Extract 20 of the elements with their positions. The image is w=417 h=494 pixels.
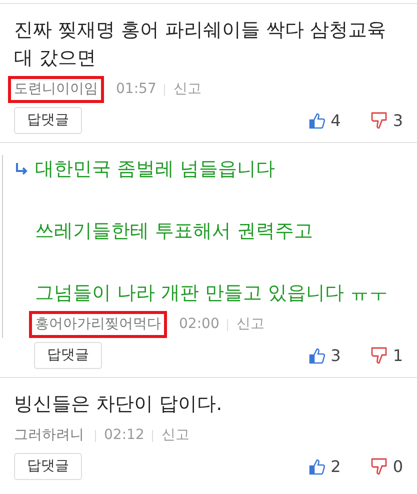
comment-text: 진짜 찢재명 홍어 파리쉐이들 싹다 삼청교육대 갔으면 <box>14 18 388 71</box>
comment-time: 02:12 <box>104 426 144 445</box>
reply-text: 그넘들이 나라 개판 만들고 있읍니다 ㅠㅜ <box>35 281 388 306</box>
reply-button[interactable]: 답댓글 <box>34 342 102 369</box>
author-name[interactable]: 그러하려니 <box>11 422 87 449</box>
comment-text: 빙신들은 차단이 답이다. <box>14 392 222 417</box>
reply-text: 쓰레기들한테 투표해서 권력주고 <box>35 219 314 244</box>
reply-button[interactable]: 답댓글 <box>14 453 82 480</box>
like-button[interactable]: 2 <box>308 454 341 478</box>
like-button[interactable]: 3 <box>308 344 341 368</box>
dislike-button[interactable]: 3 <box>370 108 403 132</box>
like-button[interactable]: 4 <box>308 108 341 132</box>
reply-button[interactable]: 답댓글 <box>14 107 82 134</box>
reply-text: 대한민국 좀벌레 넘들읍니다 <box>35 157 276 182</box>
author-name[interactable]: 홍어아가리찢어먹다 <box>29 311 167 338</box>
author-name[interactable]: 도련니이이임 <box>8 76 104 103</box>
comment-time: 01:57 <box>116 80 156 99</box>
comment-time: 02:00 <box>179 315 220 334</box>
dislike-button[interactable]: 1 <box>370 344 403 368</box>
dislike-button[interactable]: 0 <box>370 454 403 478</box>
